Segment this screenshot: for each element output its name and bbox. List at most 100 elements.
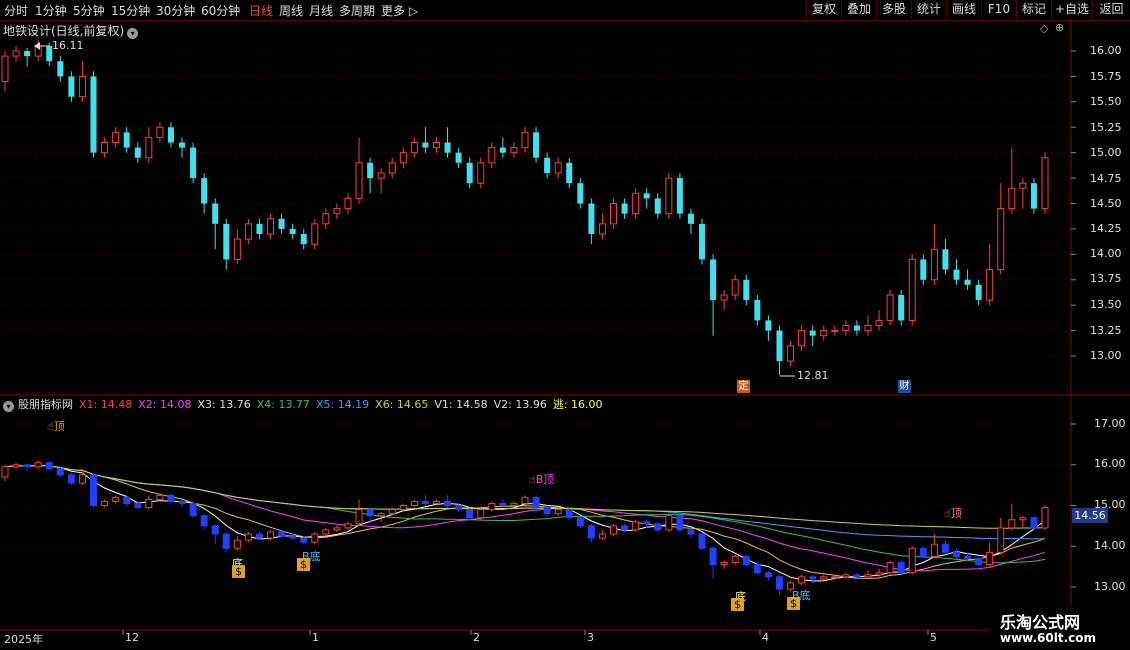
indicator-x4: X4: 13.77 [256, 398, 310, 411]
y-tick: 15.75 [1090, 70, 1122, 83]
sub-candle-body [720, 562, 728, 566]
watermark-url: www.60lt.com [1000, 631, 1097, 645]
candle-body [256, 223, 263, 234]
sub-candle-body [466, 509, 474, 519]
sub-candle-body [665, 515, 673, 531]
candle-body [455, 152, 462, 163]
candle-body [432, 142, 440, 149]
sub-candle-body [278, 531, 286, 537]
sub-candle-body [864, 574, 872, 578]
sub-candle-body [300, 537, 308, 543]
candle-body [687, 213, 694, 224]
candle-body [521, 131, 529, 149]
candle-body [422, 142, 429, 148]
candle-body [533, 132, 540, 158]
sub-candle-body [488, 502, 496, 511]
candle-body [643, 193, 650, 199]
kline-chart[interactable] [0, 0, 1130, 650]
candle-body [355, 162, 363, 199]
candle-body [101, 142, 109, 154]
sub-candle-body [399, 505, 407, 511]
y-tick: 15.25 [1090, 121, 1122, 134]
sub-candle-body [853, 574, 861, 578]
sub-candle-body [676, 515, 684, 531]
indicator-header: ▾ 股朋指标网 X1: 14.48 X2: 14.08 X3: 13.76 X4: 13.… [3, 396, 609, 412]
sub-candle-body [1041, 507, 1049, 529]
candle-body [300, 234, 307, 245]
sub-candle-body [388, 509, 396, 515]
y-tick: 13.00 [1090, 349, 1122, 362]
chevron-down-icon[interactable]: ▾ [3, 401, 14, 412]
candle-body [212, 203, 219, 224]
sub-candle-body [742, 555, 750, 566]
sub-candle-body [211, 525, 219, 535]
sub-candle-body [521, 496, 529, 504]
candle-body [886, 294, 894, 321]
chevron-down-icon[interactable]: ▾ [127, 28, 139, 39]
candle-body [179, 142, 186, 148]
sub-candle-body [831, 576, 839, 579]
candle-body [908, 258, 916, 321]
ma-line-30 [4, 464, 1046, 564]
sub-candle-body [477, 509, 485, 519]
sub-candle-body [499, 502, 507, 506]
candle-body [986, 269, 994, 301]
candle-body [632, 192, 640, 215]
indicator-name[interactable]: 股朋指标网 [18, 398, 73, 411]
candle-body [1041, 157, 1049, 210]
b-bottom-flag-icon: $ [297, 558, 310, 571]
x-label-jan: 1 [312, 631, 319, 644]
candle-body [853, 325, 860, 331]
sub-candle-body [709, 547, 717, 566]
indicator-x2: X2: 14.08 [138, 398, 192, 411]
sub-candle-body [244, 533, 252, 541]
current-price-tag: 14.56 [1072, 508, 1108, 523]
sub-candle-body [123, 496, 131, 504]
sub-candle-body [333, 527, 341, 531]
diamond-icon[interactable]: ◇ [1040, 22, 1048, 35]
watermark-title: 乐淘公式网 [1000, 613, 1081, 632]
x-label-2025: 2025年 [4, 633, 43, 646]
sub-candle-body [421, 500, 429, 504]
expand-icon[interactable]: ⊕ [1055, 21, 1064, 34]
sub-candle-body [344, 523, 352, 529]
top-signal-2: ☝顶 [944, 507, 962, 520]
event-badge-cai[interactable]: 财 [898, 380, 911, 393]
stock-title: 地铁设计(日线,前复权) [3, 24, 125, 38]
candle-body [1019, 182, 1027, 189]
y-tick: 13.75 [1090, 272, 1122, 285]
candle-body [344, 197, 352, 210]
sub-candle-body [455, 505, 463, 511]
event-badge-ding[interactable]: 定 [737, 380, 750, 393]
candle-body [787, 345, 795, 362]
candle-body [544, 157, 551, 173]
sub-candle-body [12, 464, 20, 468]
candle-body [588, 203, 595, 234]
candle-body [12, 50, 20, 57]
bottom-flag-icon: $ [731, 598, 744, 611]
sub-candle-body [964, 555, 972, 559]
candle-body [466, 162, 473, 184]
high-price-label: 16.11 [52, 39, 84, 52]
y-tick: 14.75 [1090, 172, 1122, 185]
candle-body [554, 162, 562, 174]
sub-candle-body [78, 474, 86, 484]
candle-body [665, 177, 673, 215]
candle-body [1030, 183, 1037, 209]
sub-candle-body [930, 543, 938, 557]
sub-candle-body [322, 529, 330, 535]
top-signal: ☝顶 [47, 420, 65, 433]
candle-body [201, 178, 208, 204]
indicator-escape: 逃: 16.00 [552, 398, 603, 411]
candle-body [510, 147, 518, 154]
candle-body [898, 295, 905, 321]
sub-candle-body [510, 502, 518, 506]
candle-body [942, 249, 949, 270]
sub-candle-body [654, 523, 662, 531]
main-chart-title[interactable]: 地铁设计(日线,前复权) ▾ [3, 22, 139, 39]
sub-candle-body [222, 533, 230, 549]
sub-candle-body [1030, 517, 1038, 529]
candle-body [388, 162, 396, 174]
sub-candle-body [919, 547, 927, 557]
sub-candle-body [632, 521, 640, 531]
